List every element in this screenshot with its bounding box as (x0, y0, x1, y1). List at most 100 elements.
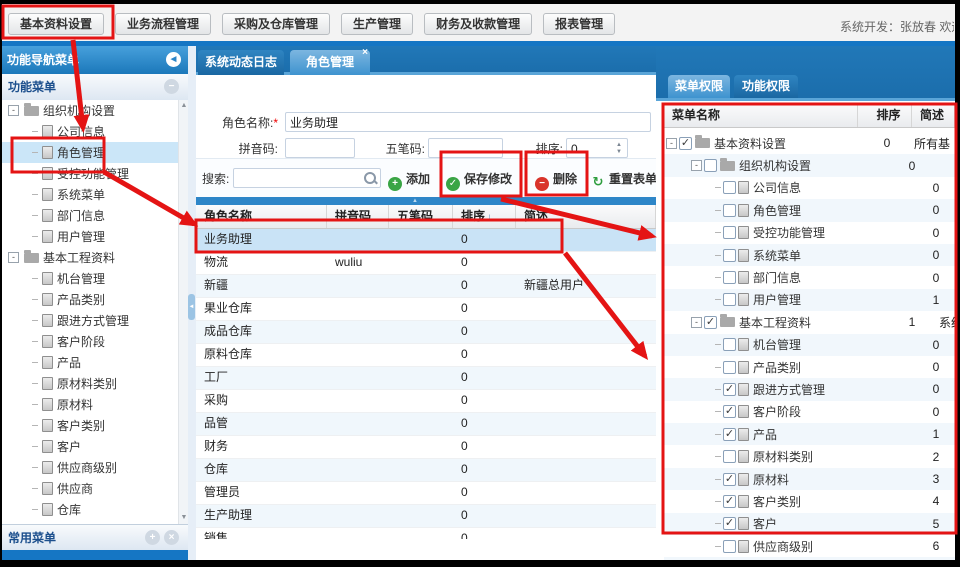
menu-tab-2[interactable]: 采购及仓库管理 (222, 13, 330, 35)
column-header-五笔码[interactable]: 五笔码 (389, 205, 453, 228)
permission-row[interactable]: -✓基本资料设置0所有基 (664, 132, 955, 154)
table-row[interactable]: 销售0 (196, 528, 656, 539)
column-header-排序[interactable]: 排序↓ (453, 205, 516, 228)
checkbox-icon[interactable] (723, 338, 736, 351)
sidebar-tree-item[interactable]: 机台管理 (2, 268, 178, 289)
pinyin-input[interactable] (285, 138, 355, 158)
add-favorite-icon[interactable]: + (145, 530, 160, 545)
checkbox-icon[interactable] (723, 293, 736, 306)
menu-tab-1[interactable]: 业务流程管理 (115, 13, 211, 35)
menu-tab-3[interactable]: 生产管理 (341, 13, 413, 35)
clear-favorite-icon[interactable]: × (164, 530, 179, 545)
splitter-collapse-icon[interactable]: ▲ (412, 198, 418, 204)
tab-功能权限[interactable]: 功能权限 (734, 75, 798, 98)
toolbar-button-删除[interactable]: −删除 (535, 168, 577, 190)
sidebar-tree-item[interactable]: 仓库 (2, 499, 178, 520)
checkbox-icon[interactable]: ✓ (723, 517, 736, 530)
checkbox-icon[interactable] (723, 226, 736, 239)
permission-row[interactable]: 公司信息0公司信 (664, 177, 955, 199)
column-header-简述[interactable]: 简述 (912, 104, 955, 127)
column-header-拼音码[interactable]: 拼音码 (327, 205, 389, 228)
permission-row[interactable]: ✓跟进方式管理0跟进方 (664, 378, 955, 400)
checkbox-icon[interactable] (723, 249, 736, 262)
tab-系统动态日志[interactable]: 系统动态日志 (198, 50, 284, 75)
permission-row[interactable]: ✓客户5客户管 (664, 513, 955, 535)
expand-icon[interactable]: - (8, 252, 19, 263)
permission-row[interactable]: -组织机构设置0 (664, 154, 955, 176)
checkbox-icon[interactable] (723, 204, 736, 217)
table-row[interactable]: 管理员0 (196, 482, 656, 505)
sidebar-tree-item[interactable]: 用户管理 (2, 226, 178, 247)
table-row[interactable]: 生产助理0 (196, 505, 656, 528)
sidebar-tree-item[interactable]: 跟进方式管理 (2, 310, 178, 331)
checkbox-icon[interactable]: ✓ (679, 137, 692, 150)
sidebar-tree-item[interactable]: -组织机构设置 (2, 100, 178, 121)
sidebar-tree-item[interactable]: 客户阶段 (2, 331, 178, 352)
sidebar-splitter-handle[interactable]: ◄ (188, 294, 195, 320)
sidebar-tree-item[interactable]: 供应商 (2, 478, 178, 499)
permission-row[interactable]: 角色管理0 (664, 199, 955, 221)
sort-stepper[interactable]: 0 ▲▼ (566, 138, 628, 158)
checkbox-icon[interactable] (723, 271, 736, 284)
stepper-arrows-icon[interactable]: ▲▼ (614, 142, 624, 156)
column-header-角色名称[interactable]: 角色名称 (196, 205, 327, 228)
checkbox-icon[interactable] (723, 540, 736, 553)
sidebar-tree-item[interactable]: 部门信息 (2, 205, 178, 226)
sidebar-tree-item[interactable]: 客户 (2, 436, 178, 457)
checkbox-icon[interactable] (723, 450, 736, 463)
permission-row[interactable]: 部门信息0部门信 (664, 266, 955, 288)
table-row[interactable]: 工厂0 (196, 367, 656, 390)
expand-icon[interactable]: - (691, 317, 702, 328)
table-row[interactable]: 成品仓库0 (196, 321, 656, 344)
tab-角色管理[interactable]: 角色管理× (290, 50, 370, 75)
sidebar-tree-item[interactable]: 受控功能管理 (2, 163, 178, 184)
table-row[interactable]: 果业仓库0 (196, 298, 656, 321)
sidebar-tree-item[interactable]: 角色管理 (2, 142, 178, 163)
menu-tab-0[interactable]: 基本资料设置 (8, 13, 104, 35)
toolbar-button-添加[interactable]: +添加 (388, 168, 430, 190)
table-row[interactable]: 原料仓库0 (196, 344, 656, 367)
sidebar-tree-item[interactable]: 客户类别 (2, 415, 178, 436)
permission-row[interactable]: 用户管理1用户及 (664, 289, 955, 311)
checkbox-icon[interactable]: ✓ (723, 428, 736, 441)
column-header-排序[interactable]: 排序 (858, 104, 912, 127)
sidebar-tree-item[interactable]: 系统菜单 (2, 184, 178, 205)
permission-row[interactable]: 机台管理0机台管 (664, 334, 955, 356)
collapse-sidebar-icon[interactable]: ◄ (166, 52, 181, 67)
menu-tab-4[interactable]: 财务及收款管理 (424, 13, 532, 35)
checkbox-icon[interactable]: ✓ (723, 473, 736, 486)
table-row[interactable]: 品管0 (196, 413, 656, 436)
table-row[interactable]: 财务0 (196, 436, 656, 459)
checkbox-icon[interactable]: ✓ (723, 383, 736, 396)
checkbox-icon[interactable] (723, 361, 736, 374)
sidebar-tree-item[interactable]: 公司信息 (2, 121, 178, 142)
sidebar-splitter[interactable]: ◄ (188, 46, 196, 560)
permission-row[interactable]: ✓客户类别4客户类 (664, 490, 955, 512)
horizontal-splitter[interactable]: ▲ (188, 197, 656, 205)
table-row[interactable]: 物流wuliu0 (196, 252, 656, 275)
permission-row[interactable]: 受控功能管理0 (664, 222, 955, 244)
permission-row[interactable]: ✓产品1产品管 (664, 423, 955, 445)
expand-icon[interactable]: - (666, 138, 677, 149)
table-row[interactable]: 仓库0 (196, 459, 656, 482)
collapse-section-icon[interactable]: − (164, 79, 179, 94)
sidebar-tree-item[interactable]: 产品 (2, 352, 178, 373)
checkbox-icon[interactable] (704, 159, 717, 172)
expand-icon[interactable]: - (8, 105, 19, 116)
permission-row[interactable]: ✓客户阶段0客户阶 (664, 401, 955, 423)
toolbar-button-保存修改[interactable]: ✓保存修改 (446, 168, 512, 190)
checkbox-icon[interactable]: ✓ (704, 316, 717, 329)
permission-row[interactable]: ✓原材料3原材料 (664, 468, 955, 490)
permission-row[interactable]: 产品类别0产品类 (664, 356, 955, 378)
sidebar-tree-item[interactable]: 原材料 (2, 394, 178, 415)
role-name-input[interactable]: 业务助理 (285, 112, 651, 132)
permission-row[interactable]: 供应商级别6供应商 (664, 535, 955, 557)
checkbox-icon[interactable]: ✓ (723, 405, 736, 418)
table-row[interactable]: 采购0 (196, 390, 656, 413)
checkbox-icon[interactable]: ✓ (723, 495, 736, 508)
sidebar-tree-item[interactable]: 原材料类别 (2, 373, 178, 394)
table-row[interactable]: 业务助理0 (196, 229, 656, 252)
sidebar-tree-item[interactable]: -基本工程资料 (2, 247, 178, 268)
permission-row[interactable]: -✓基本工程资料1系统用 (664, 311, 955, 333)
sidebar-tree-item[interactable]: 产品类别 (2, 289, 178, 310)
